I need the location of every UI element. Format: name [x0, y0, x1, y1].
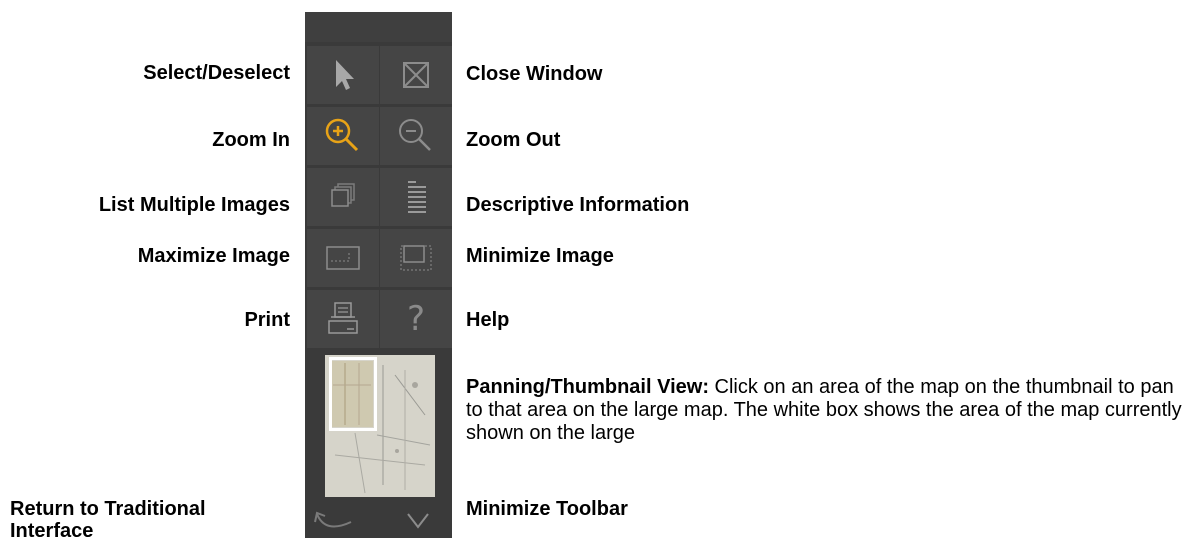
maximize-window-icon [326, 246, 360, 270]
list-multiple-images-label: List Multiple Images [98, 194, 290, 216]
question-mark-icon: ? [406, 299, 426, 339]
curved-arrow-icon [314, 511, 352, 528]
close-window-button[interactable] [380, 46, 452, 104]
minimize-window-icon [400, 245, 432, 271]
stacked-pages-icon [331, 183, 355, 207]
zoom-in-button[interactable] [307, 107, 379, 165]
print-button[interactable] [307, 290, 379, 348]
panning-title: Panning/Thumbnail View: [466, 376, 709, 398]
descriptive-information-label: Descriptive Information [466, 194, 690, 216]
current-view-box[interactable] [329, 357, 377, 431]
zoom-in-label: Zoom In [212, 129, 290, 151]
help-button[interactable]: ? [380, 290, 452, 348]
map-toolbar: ? [305, 12, 452, 538]
maximize-image-label: Maximize Image [137, 245, 290, 267]
descriptive-information-button[interactable] [380, 168, 452, 226]
help-label: Help [466, 309, 510, 331]
chevron-down-icon [407, 513, 429, 529]
close-window-icon [403, 62, 429, 88]
minimize-image-button[interactable] [380, 229, 452, 287]
print-label: Print [244, 309, 290, 331]
minimize-toolbar-label: Minimize Toolbar [466, 498, 628, 520]
return-traditional-label: Return to Traditional Interface [10, 498, 206, 542]
minimize-image-label: Minimize Image [466, 245, 614, 267]
select-deselect-label: Select/Deselect [143, 62, 290, 84]
minimize-toolbar-button[interactable] [405, 510, 431, 537]
toolbar-footer [305, 504, 452, 538]
zoom-out-icon [399, 119, 431, 151]
return-traditional-button[interactable] [311, 508, 357, 541]
cursor-arrow-icon [336, 60, 354, 90]
panning-thumbnail-view[interactable] [325, 355, 435, 497]
zoom-out-button[interactable] [380, 107, 452, 165]
select-deselect-button[interactable] [307, 46, 379, 104]
close-window-label: Close Window [466, 63, 603, 85]
panning-thumbnail-description: Panning/Thumbnail View: Click on an area… [466, 376, 1190, 446]
zoom-in-icon [325, 118, 359, 152]
lines-document-icon [408, 181, 426, 213]
zoom-out-label: Zoom Out [466, 129, 561, 151]
toolbar-header [305, 12, 452, 42]
list-multiple-images-button[interactable] [307, 168, 379, 226]
maximize-image-button[interactable] [307, 229, 379, 287]
printer-icon [328, 302, 358, 334]
